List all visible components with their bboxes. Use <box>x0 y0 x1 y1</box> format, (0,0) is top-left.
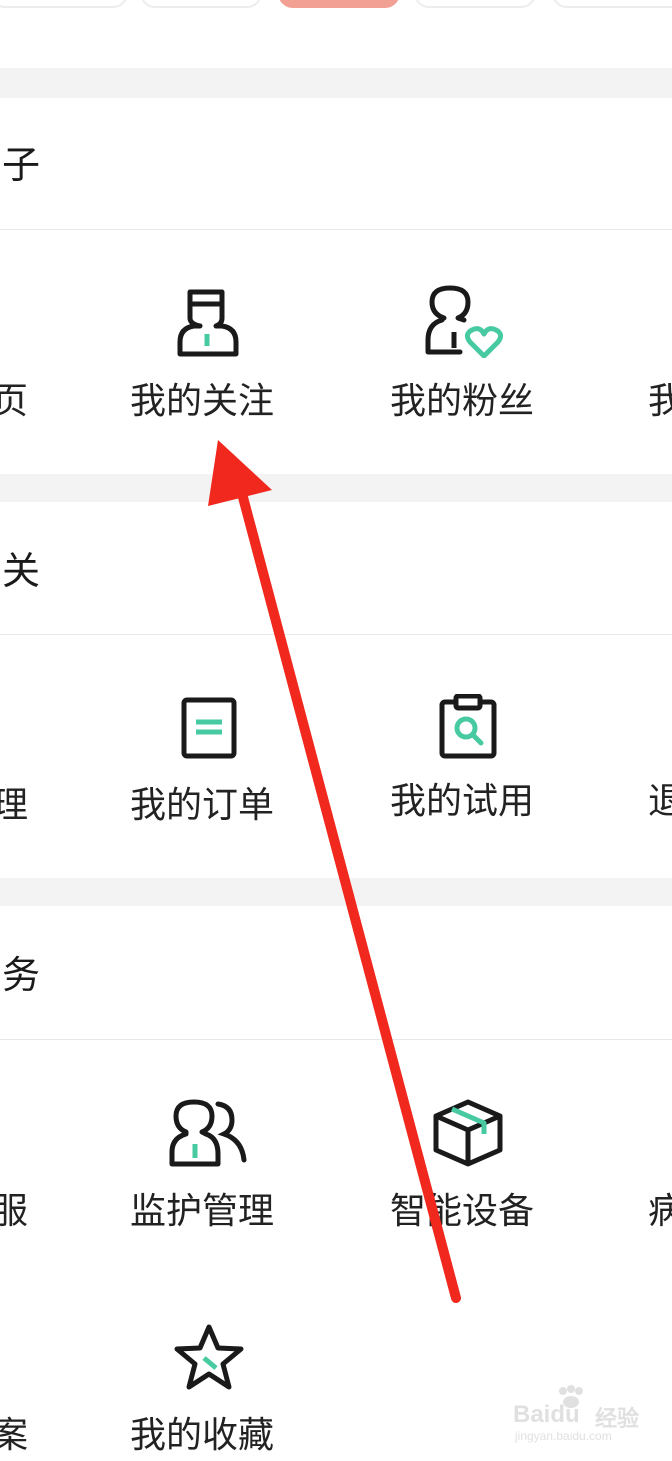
fans-person-heart-icon[interactable] <box>424 284 506 358</box>
following-person-icon[interactable] <box>176 288 240 358</box>
section-divider <box>0 229 672 230</box>
favorites-star-icon[interactable] <box>172 1322 246 1392</box>
watermark-url: jingyan.baidu.com <box>515 1429 612 1443</box>
menu-item-label-partial[interactable]: 服 <box>0 1190 28 1234</box>
guardian-people-icon[interactable] <box>168 1098 250 1168</box>
trial-clipboard-search-icon[interactable] <box>438 694 498 760</box>
smart-device-box-icon[interactable] <box>432 1098 504 1168</box>
menu-item-label[interactable]: 我的收藏 <box>130 1414 274 1458</box>
menu-item-label-partial[interactable]: 我 <box>648 380 672 424</box>
menu-item-label-partial[interactable]: 病 <box>648 1190 672 1234</box>
section-gap <box>0 878 672 906</box>
menu-item-label[interactable]: 我的关注 <box>130 380 274 424</box>
section-title: 务 <box>2 953 41 997</box>
menu-item-label[interactable]: 我的订单 <box>130 784 274 828</box>
top-tab-pill[interactable] <box>0 0 128 8</box>
menu-item-label[interactable]: 我的粉丝 <box>390 380 534 424</box>
menu-item-label[interactable]: 智能设备 <box>390 1190 534 1234</box>
top-tab-pill-active[interactable] <box>278 0 400 8</box>
menu-item-label-partial[interactable]: 案 <box>0 1414 28 1458</box>
section-divider <box>0 634 672 635</box>
menu-item-label-partial[interactable]: 页 <box>0 380 28 424</box>
menu-item-label-partial[interactable]: 理 <box>0 784 28 828</box>
watermark-brand: Baidu <box>513 1401 580 1428</box>
section-title: 子 <box>2 143 41 187</box>
top-tab-pill[interactable] <box>552 0 672 8</box>
menu-item-label[interactable]: 监护管理 <box>130 1190 274 1234</box>
section-divider <box>0 1039 672 1040</box>
section-gap <box>0 68 672 98</box>
baidu-jingyan-watermark: Baidu 经验 jingyan.baidu.com <box>505 1385 645 1445</box>
annotation-arrow <box>208 440 461 1303</box>
order-document-icon[interactable] <box>180 696 238 760</box>
top-tab-pill[interactable] <box>414 0 536 8</box>
menu-item-label-partial[interactable]: 退 <box>648 780 672 824</box>
top-tab-pill[interactable] <box>140 0 262 8</box>
menu-item-label[interactable]: 我的试用 <box>390 780 534 824</box>
section-title: 关 <box>2 549 41 593</box>
section-gap <box>0 474 672 502</box>
